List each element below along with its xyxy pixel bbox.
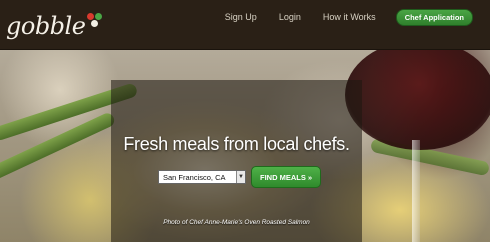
chef-application-button[interactable]: Chef Application bbox=[395, 8, 473, 26]
nav-how-it-works[interactable]: How it Works bbox=[323, 12, 376, 22]
nav-login[interactable]: Login bbox=[279, 12, 301, 22]
wine-glass-decoration bbox=[345, 40, 490, 150]
find-meals-button[interactable]: FIND MEALS » bbox=[251, 166, 322, 188]
logo-dots-icon bbox=[87, 13, 103, 29]
brand-logo[interactable]: gobble bbox=[6, 6, 103, 46]
location-value: San Francisco, CA bbox=[163, 172, 226, 182]
dropdown-arrow-icon[interactable]: ▼ bbox=[236, 171, 245, 183]
meal-search-form: San Francisco, CA ▼ FIND MEALS » bbox=[158, 166, 322, 188]
wine-glass-stem bbox=[412, 140, 420, 242]
brand-name: gobble bbox=[6, 12, 86, 40]
location-select[interactable]: San Francisco, CA ▼ bbox=[158, 170, 246, 184]
top-nav-bar: gobble Sign Up Login How it Works Chef A… bbox=[0, 0, 490, 50]
hero-headline: Fresh meals from local chefs. bbox=[123, 134, 350, 154]
nav-sign-up[interactable]: Sign Up bbox=[225, 12, 257, 22]
photo-caption: Photo of Chef Anne-Marie's Oven Roasted … bbox=[163, 219, 310, 226]
main-nav: Sign Up Login How it Works Chef Applicat… bbox=[203, 0, 490, 32]
hero-overlay-panel bbox=[111, 80, 362, 242]
